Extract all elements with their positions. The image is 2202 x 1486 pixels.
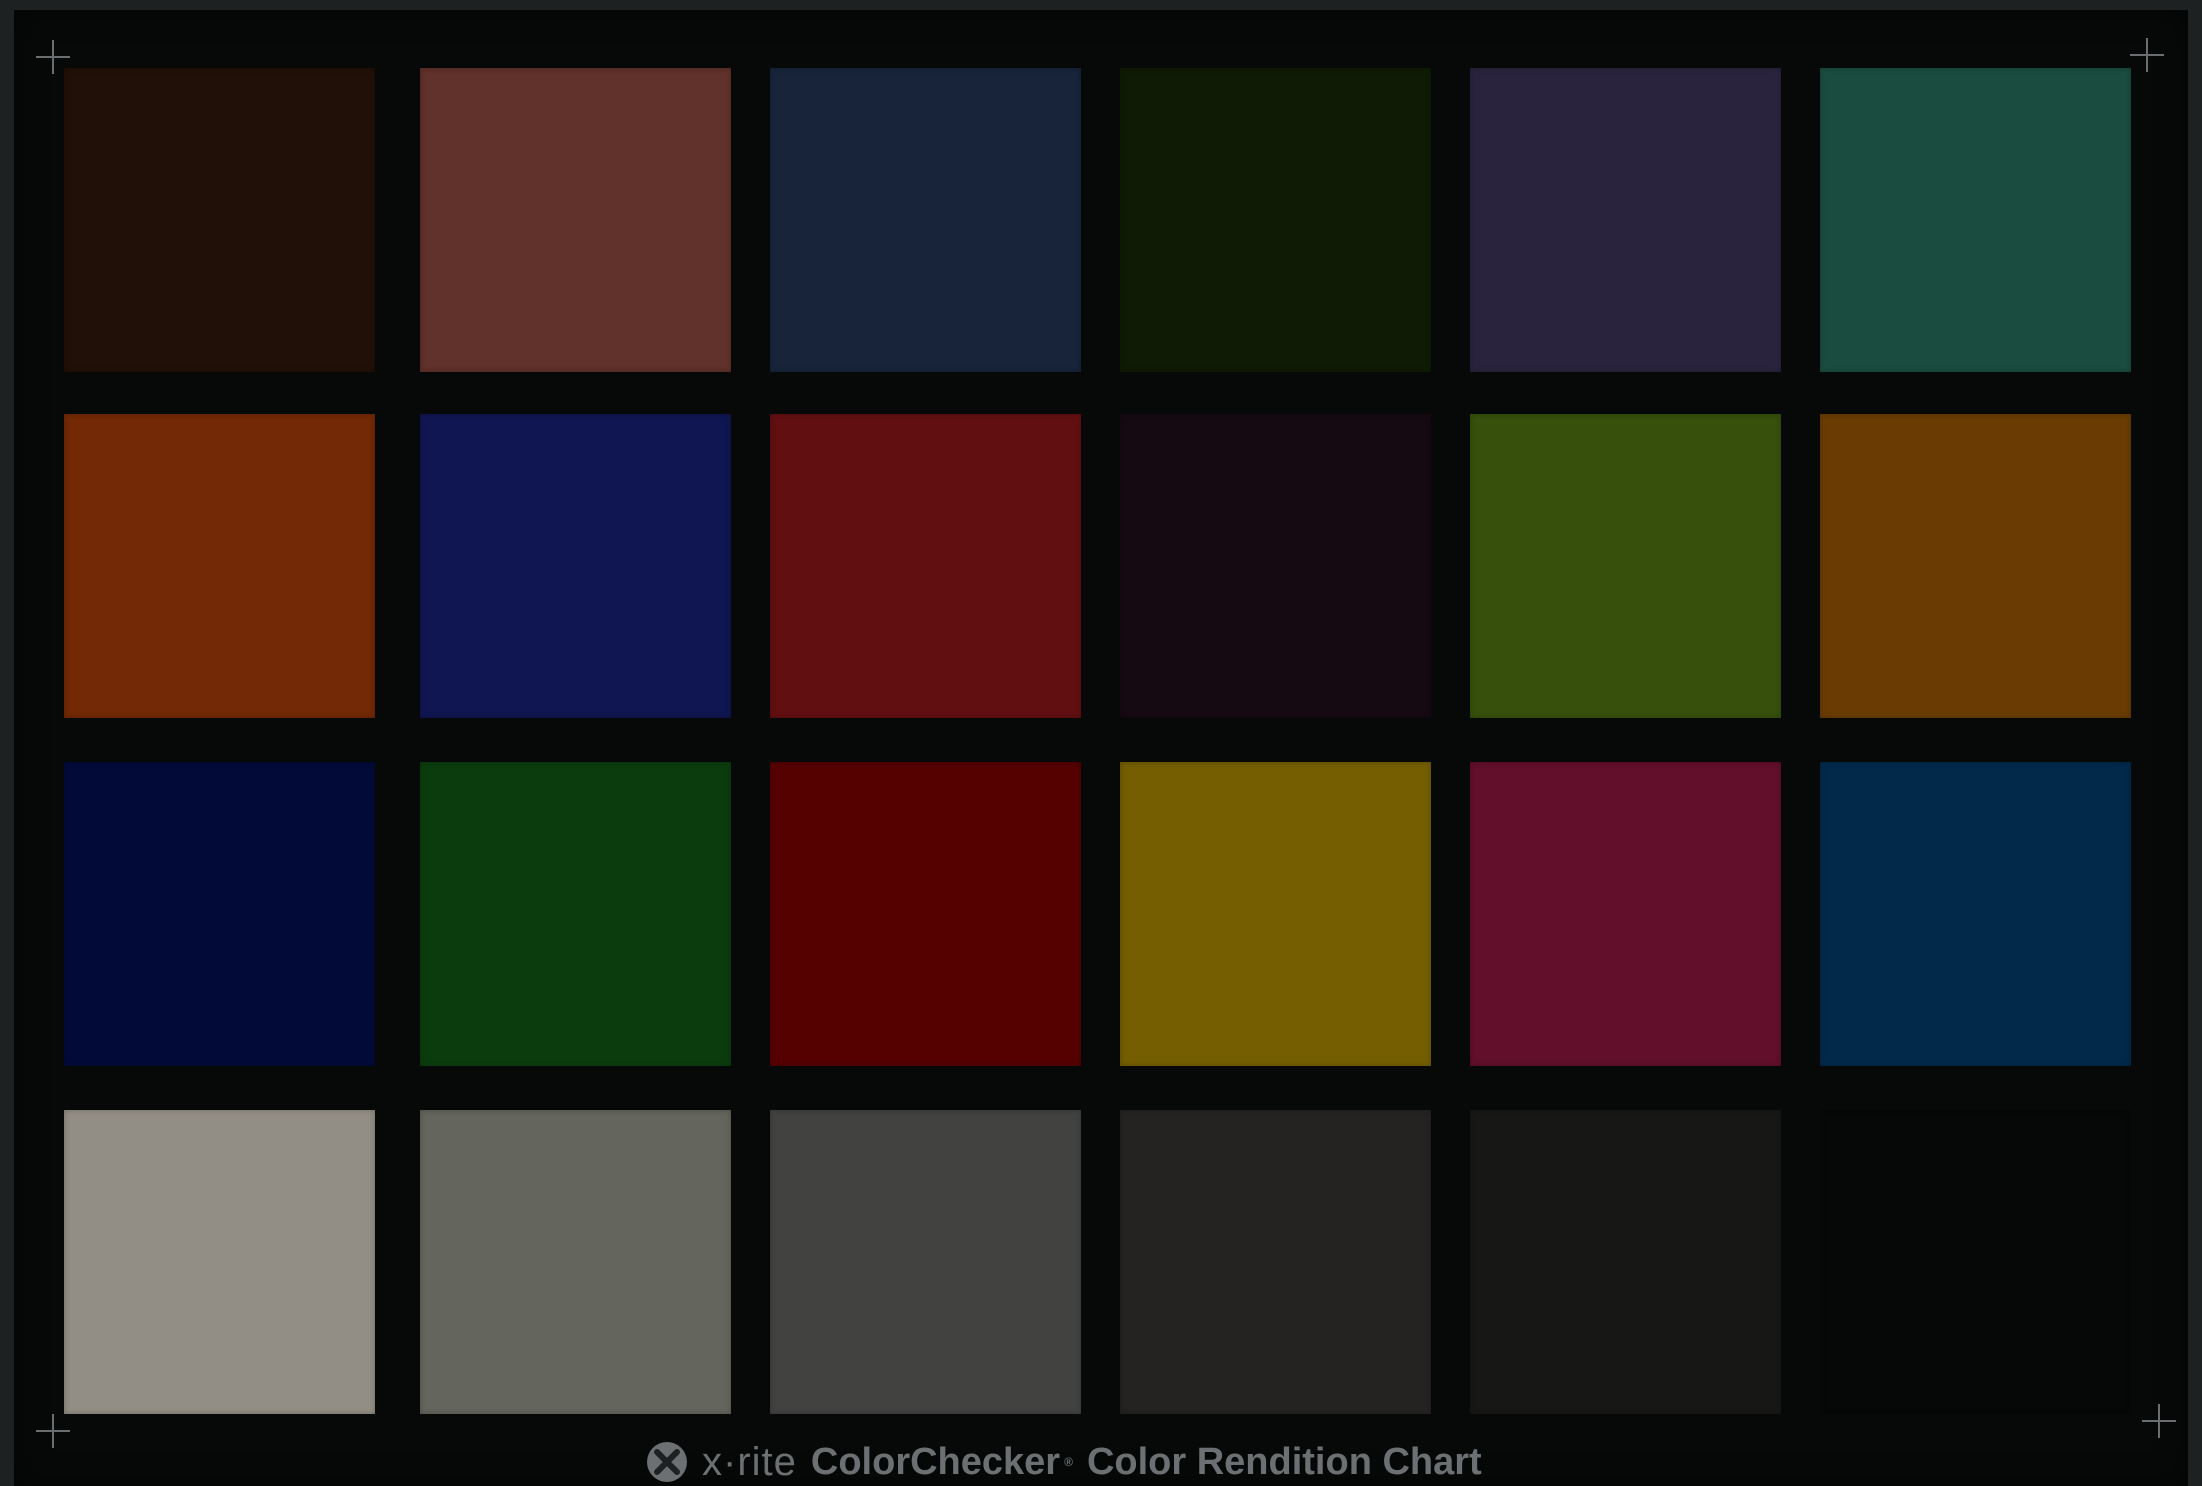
- crosshair-top-left-icon: [36, 40, 70, 74]
- crosshair-top-right-icon: [2130, 38, 2164, 72]
- color-patch: [420, 762, 731, 1066]
- color-patch: [1470, 1110, 1781, 1414]
- chart-subtitle: Color Rendition Chart: [1086, 1440, 1482, 1483]
- brand-name: x·rite: [702, 1439, 797, 1484]
- color-patch: [770, 68, 1081, 372]
- color-checker-board: [14, 10, 2188, 1486]
- color-patch: [420, 1110, 731, 1414]
- color-patch: [1820, 762, 2131, 1066]
- color-patch: [770, 1110, 1081, 1414]
- product-name: ColorChecker: [810, 1440, 1061, 1483]
- color-patch: [1820, 1110, 2131, 1414]
- color-patch: [1820, 68, 2131, 372]
- color-patch: [1120, 762, 1431, 1066]
- color-patch: [1470, 762, 1781, 1066]
- xrite-logo-icon: [647, 1442, 687, 1482]
- color-patch: [770, 414, 1081, 718]
- color-patch: [1470, 68, 1781, 372]
- registered-mark: ®: [1064, 1455, 1073, 1469]
- color-patch: [1120, 68, 1431, 372]
- color-patch: [64, 68, 375, 372]
- color-patch: [770, 762, 1081, 1066]
- color-patch: [64, 1110, 375, 1414]
- color-patch: [1120, 414, 1431, 718]
- color-patch: [64, 762, 375, 1066]
- color-patch: [420, 414, 731, 718]
- color-patch: [64, 414, 375, 718]
- color-patch: [1820, 414, 2131, 718]
- color-patch: [1470, 414, 1781, 718]
- color-patch: [420, 68, 731, 372]
- crosshair-bottom-left-icon: [36, 1414, 70, 1448]
- chart-footer: x·rite ColorChecker ® Color Rendition Cha…: [646, 1438, 1482, 1486]
- crosshair-bottom-right-icon: [2142, 1404, 2176, 1438]
- color-patch: [1120, 1110, 1431, 1414]
